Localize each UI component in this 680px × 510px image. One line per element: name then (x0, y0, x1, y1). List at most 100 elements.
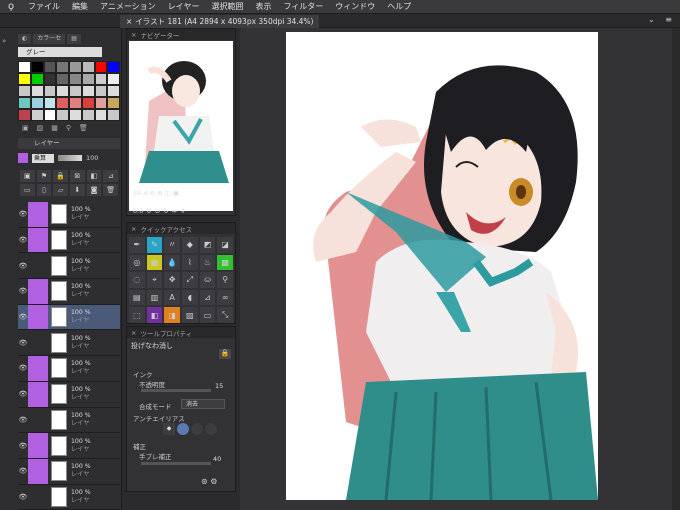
eye-icon[interactable]: 👁 (18, 493, 28, 501)
color-swatch[interactable] (69, 61, 82, 73)
layer-lock-toggle[interactable] (38, 253, 48, 278)
layer-move-icon[interactable]: ⬚ (129, 307, 145, 323)
color-swatch[interactable] (18, 61, 31, 73)
layer-color-tag[interactable] (28, 381, 38, 407)
zoom-in-icon[interactable]: ⊕ (157, 189, 162, 197)
pencil-icon[interactable]: ✎ (146, 237, 163, 253)
menu-animation[interactable]: アニメーション (94, 0, 162, 14)
document-tab[interactable]: × イラスト 181 (A4 2894 x 4093px 350dpi 34.4… (120, 15, 320, 28)
color-swatch[interactable] (69, 73, 82, 85)
color-swatch[interactable] (30, 61, 44, 73)
menu-filter[interactable]: フィルター (277, 0, 329, 14)
move-icon[interactable]: ✥ (164, 272, 180, 288)
brush-icon[interactable]: 〃 (164, 237, 180, 253)
menu-edit[interactable]: 編集 (66, 0, 94, 14)
color-swatch[interactable] (43, 109, 57, 121)
aa-strong-icon[interactable] (205, 423, 217, 435)
close-icon[interactable]: × (131, 329, 136, 337)
color-swatch[interactable] (43, 85, 57, 97)
balloon-icon[interactable]: ◖ (182, 289, 198, 306)
wrench-icon[interactable]: ⚙ (210, 477, 217, 486)
color-swatch[interactable] (107, 97, 120, 109)
layer-lock-toggle[interactable] (38, 304, 48, 330)
reference-icon[interactable]: ⚑ (36, 170, 52, 182)
color-swatch[interactable] (107, 109, 120, 121)
color-swatch[interactable] (94, 109, 108, 121)
color-swatch[interactable] (94, 61, 108, 73)
layer-row[interactable]: 👁 100 % レイヤ (18, 253, 120, 280)
close-icon[interactable]: × (131, 31, 136, 39)
screen-icon[interactable]: ▭ (199, 307, 216, 323)
color-swatch[interactable] (43, 97, 57, 109)
canvas-area[interactable] (240, 28, 680, 510)
layer-lock-toggle[interactable] (38, 202, 48, 227)
menu-window[interactable]: ウィンドウ (329, 0, 381, 14)
color-swatch[interactable] (94, 97, 108, 109)
menu-layer[interactable]: レイヤー (162, 0, 206, 14)
rotate-reset-icon[interactable]: ⊙ (155, 207, 160, 215)
layer-color-tag[interactable] (28, 408, 38, 433)
layer-lock-toggle[interactable] (38, 381, 48, 407)
stabilization-slider[interactable] (141, 462, 211, 465)
eye-icon[interactable]: 👁 (18, 287, 28, 295)
eyedropper-tool-icon[interactable]: ⚲ (217, 272, 233, 288)
layer-row[interactable]: 👁 100 % レイヤ (18, 381, 120, 408)
color-swatch[interactable] (18, 97, 31, 109)
layer-color-swatch[interactable] (18, 153, 28, 163)
layer-row[interactable]: 👁 100 % レイヤ (18, 202, 120, 228)
menu-icon[interactable]: ≡ (665, 15, 676, 24)
new-folder-icon[interactable]: ▱ (53, 184, 68, 196)
close-icon[interactable]: × (131, 225, 136, 233)
delete-layer-icon[interactable]: 🗑 (103, 184, 118, 196)
zoom-out-icon[interactable]: ⊖ (150, 189, 155, 197)
layer-color-tag[interactable] (28, 304, 38, 330)
layer-lock-toggle[interactable] (38, 227, 48, 253)
layer-lock-toggle[interactable] (38, 356, 48, 381)
blend-mode-dropdown[interactable]: 乗算 (32, 153, 54, 163)
color-swatch[interactable] (94, 85, 108, 97)
layer-lock-toggle[interactable] (38, 485, 48, 510)
navigator-preview[interactable] (129, 41, 233, 211)
ruler-tool-icon[interactable]: ⊿ (199, 289, 216, 306)
color-swatch[interactable] (69, 97, 82, 109)
layer-row[interactable]: 👁 100 % レイヤ (18, 330, 120, 357)
color-swatch[interactable] (30, 109, 44, 121)
eraser-icon[interactable]: ◆ (182, 237, 198, 253)
color-swatch[interactable] (43, 61, 57, 73)
close-icon[interactable]: × (126, 15, 132, 28)
color-swatch[interactable] (107, 61, 120, 73)
layer-color-tag[interactable] (28, 433, 38, 458)
layer-row[interactable]: 👁 100 % レイヤ (18, 458, 120, 485)
rotation-value[interactable]: 0.0 (133, 207, 143, 215)
aa-none-icon[interactable]: ◆ (163, 423, 175, 435)
color-pattern-icon[interactable]: ▦ (146, 254, 163, 271)
color-swatch[interactable] (81, 73, 95, 85)
lasso-icon[interactable]: ◌ (129, 272, 145, 288)
layer-color-tag[interactable] (28, 279, 38, 304)
window-controls[interactable]: ⌄ ≡ (648, 15, 676, 24)
color-swatch[interactable] (107, 73, 120, 85)
eyedropper-icon[interactable]: ⚲ (66, 124, 71, 134)
tab-color-history[interactable]: ▤ (67, 34, 81, 44)
ruler-icon[interactable]: ⊿ (103, 170, 118, 182)
color-swatch[interactable] (18, 109, 31, 121)
color-swatch[interactable] (56, 85, 69, 97)
layer-lock-toggle[interactable] (38, 458, 48, 484)
collapse-icon[interactable]: » (2, 34, 14, 48)
layer-row[interactable]: 👁 100 % レイヤ (18, 356, 120, 382)
flip-horizontal-icon[interactable]: ⇹ (172, 207, 177, 215)
lock-icon[interactable]: 🔒 (219, 349, 231, 359)
mask-add-icon[interactable]: ◙ (86, 184, 102, 196)
layer-row[interactable]: 👁 100 % レイヤ (18, 485, 120, 510)
color-swatch[interactable] (81, 85, 95, 97)
eye-icon[interactable]: 👁 (18, 390, 28, 398)
color-swatch[interactable] (30, 85, 44, 97)
color-swatch[interactable] (81, 109, 95, 121)
fill-icon[interactable]: ◩ (199, 237, 216, 253)
add-color-icon[interactable]: ▣ (22, 124, 29, 134)
layer-color-tag[interactable] (28, 330, 38, 355)
blend-mode-dropdown[interactable]: 消去 (181, 399, 225, 409)
clip-icon[interactable]: ▣ (20, 170, 35, 182)
color-swatch[interactable] (69, 109, 82, 121)
select-layer-icon[interactable]: ▨ (182, 307, 198, 323)
